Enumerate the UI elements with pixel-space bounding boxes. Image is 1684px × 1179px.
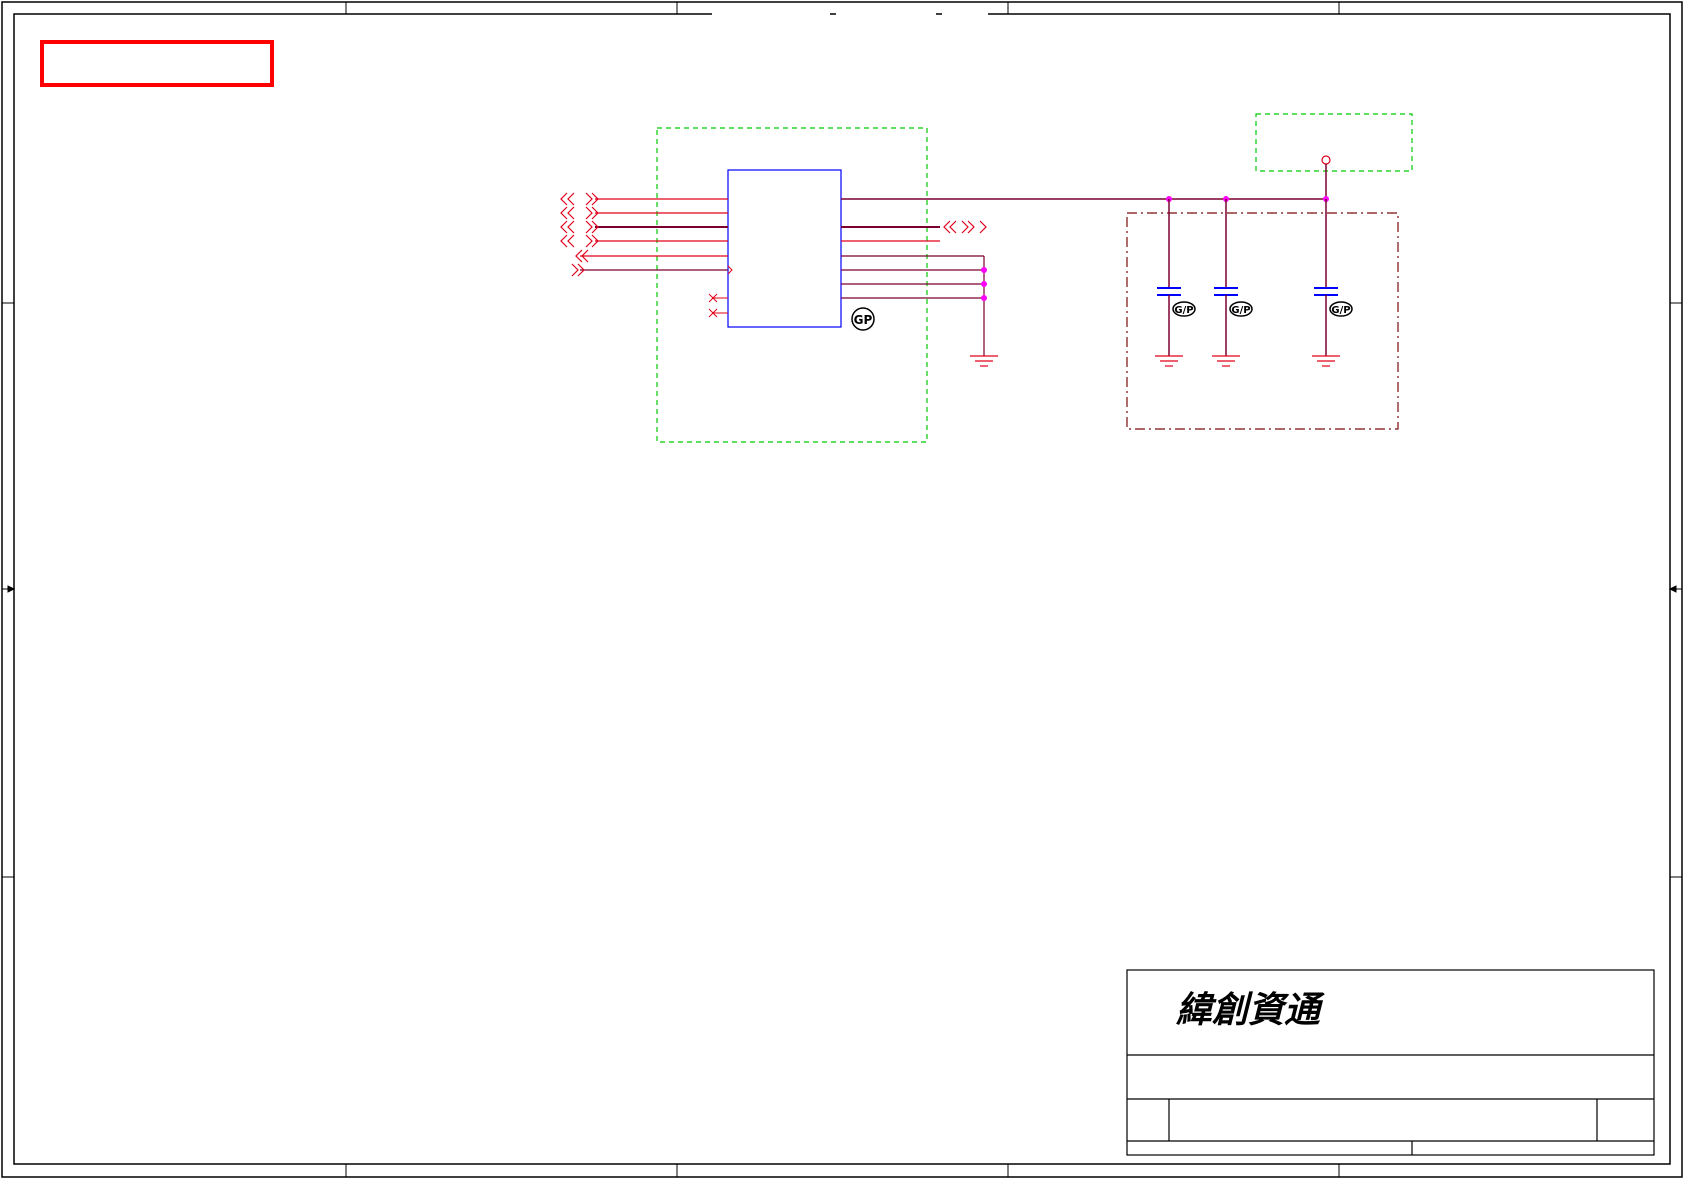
chip-ground-junctions — [981, 267, 987, 301]
sheet-border — [1, 1, 1683, 1178]
left-offpage-connectors — [560, 192, 599, 277]
right-offpage-connectors — [943, 220, 987, 234]
power-group-box — [1255, 113, 1413, 172]
capacitor-2-marking: G/P — [1231, 305, 1250, 316]
chip-marking: GP — [851, 307, 875, 331]
capacitor-3-marking: G/P — [1331, 305, 1350, 316]
top-white-bars — [712, 10, 988, 16]
chip-body — [727, 169, 842, 328]
center-mark-right — [1668, 585, 1682, 593]
company-logo: 緯創資通 — [1176, 989, 1325, 1031]
right-output-nets — [841, 198, 1326, 356]
capacitor-1-marking: G/P — [1174, 305, 1193, 316]
left-input-nets — [580, 198, 728, 271]
center-mark-left — [2, 585, 16, 593]
title-stamp-box — [40, 40, 274, 87]
no-connect-pins — [708, 293, 728, 318]
chip-ground-symbol — [970, 355, 998, 367]
capacitor-2: G/P — [1212, 196, 1253, 367]
capacitor-3: G/P — [1312, 196, 1353, 367]
capacitor-shield-box — [1126, 212, 1399, 430]
schematic-sheet: GP G/P G/P G/P 緯創資通 — [1, 1, 1683, 1178]
chip-group-box — [656, 127, 928, 443]
chip-marking-text: GP — [854, 313, 873, 327]
capacitor-1: G/P — [1155, 196, 1196, 367]
power-pin — [1321, 155, 1331, 199]
